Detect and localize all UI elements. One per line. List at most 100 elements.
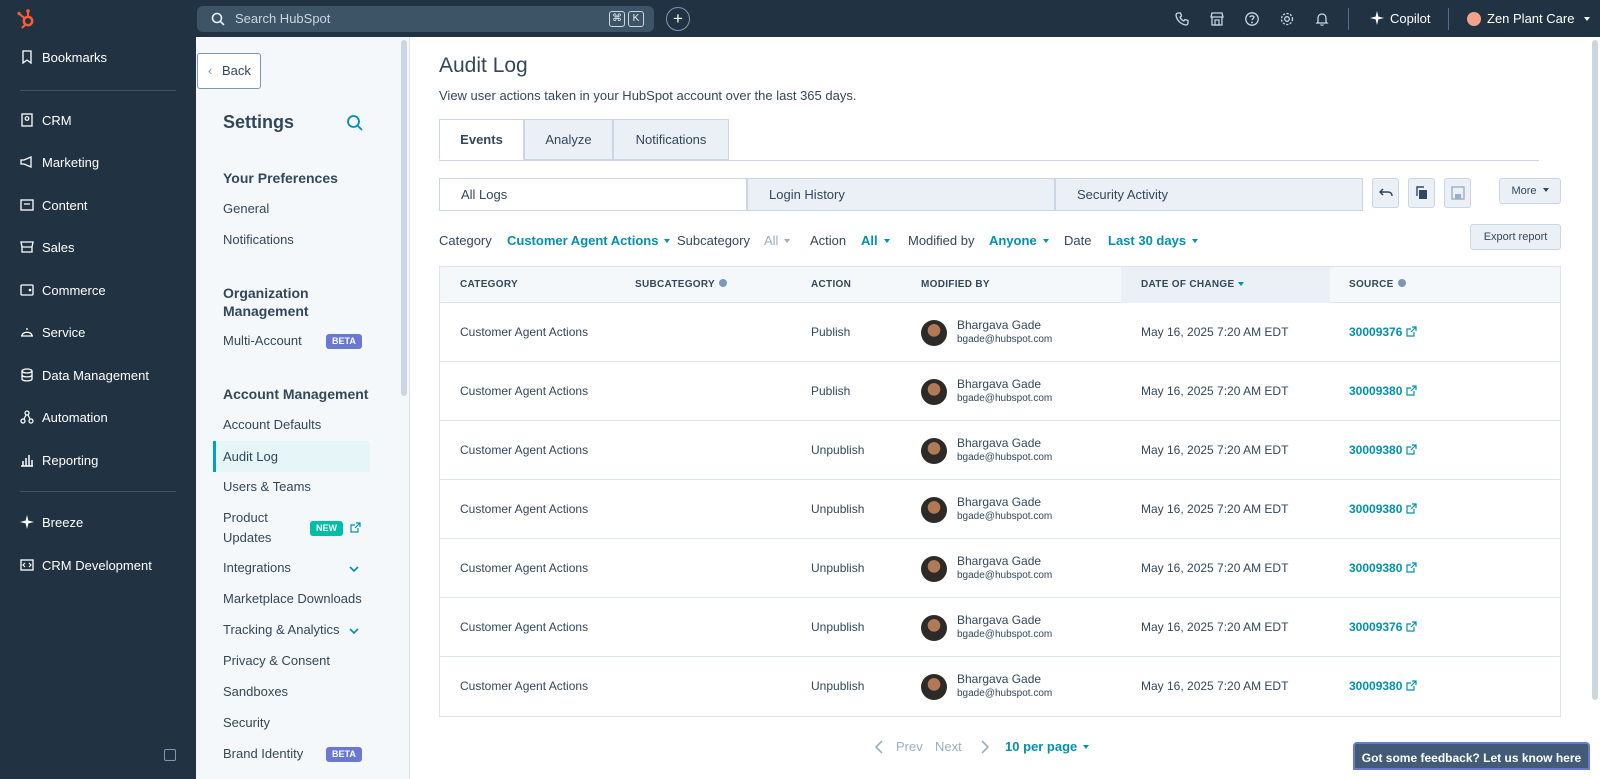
more-dropdown[interactable]: More	[1499, 178, 1561, 204]
table-row: Customer Agent Actions Unpublish Bhargava …	[440, 598, 1560, 657]
cell-source-link[interactable]: 30009376	[1349, 598, 1417, 657]
copilot-button[interactable]: Copilot	[1370, 10, 1430, 28]
nav-item-commerce[interactable]: Commerce	[20, 282, 106, 300]
column-header-category[interactable]: CATEGORY	[460, 267, 518, 303]
copy-button[interactable]	[1408, 178, 1435, 208]
top-bar: Search HubSpot ⌘ K + Copilot Zen Plant C…	[0, 0, 1600, 37]
nav-item-content[interactable]: Content	[20, 197, 88, 215]
bell-icon[interactable]	[1314, 11, 1330, 27]
subtab-all-logs[interactable]: All Logs	[439, 178, 747, 211]
back-button[interactable]: ‹ Back	[197, 53, 261, 89]
filter-modified-by-dropdown[interactable]: Anyone	[989, 231, 1049, 251]
nav-item-service[interactable]: Service	[20, 324, 85, 342]
search-input[interactable]: Search HubSpot ⌘ K	[197, 6, 654, 32]
subtab-login-history[interactable]: Login History	[747, 178, 1055, 211]
export-report-button[interactable]: Export report	[1470, 224, 1561, 250]
external-link-icon[interactable]	[350, 522, 361, 533]
prev-page-button[interactable]: Prev	[896, 737, 923, 757]
nav-item-data-management[interactable]: Data Management	[20, 367, 149, 385]
nav-item-crm[interactable]: CRM	[20, 112, 72, 130]
chevron-down-icon[interactable]	[348, 625, 360, 637]
tab-analyze[interactable]: Analyze	[524, 119, 613, 160]
subtab-security-activity[interactable]: Security Activity	[1055, 178, 1363, 211]
per-page-dropdown[interactable]: 10 per page	[1005, 737, 1090, 757]
cell-source-link[interactable]: 30009380	[1349, 657, 1417, 716]
nav-item-reporting[interactable]: Reporting	[20, 452, 98, 470]
settings-item-multi-account[interactable]: Multi-Account	[223, 331, 302, 351]
tab-events[interactable]: Events	[439, 119, 524, 160]
settings-item-privacy-consent[interactable]: Privacy & Consent	[223, 651, 330, 671]
nav-item-sales[interactable]: Sales	[20, 239, 75, 257]
settings-scrollbar[interactable]	[401, 40, 407, 396]
chevron-down-icon[interactable]	[348, 563, 360, 575]
settings-item-marketplace-downloads[interactable]: Marketplace Downloads	[223, 589, 362, 609]
nav-item-bookmarks[interactable]: Bookmarks	[20, 49, 107, 67]
settings-item-tracking-analytics[interactable]: Tracking & Analytics	[223, 620, 340, 640]
hubspot-logo-icon[interactable]	[16, 8, 38, 30]
divider	[1348, 8, 1349, 30]
next-page-button[interactable]: Next	[935, 737, 962, 757]
filter-label-date: Date	[1064, 233, 1092, 248]
sort-descending-icon	[1238, 282, 1245, 286]
account-menu[interactable]: Zen Plant Care	[1467, 10, 1591, 28]
marketplace-icon[interactable]	[1209, 11, 1225, 27]
main-navigation: Bookmarks CRM Marketing Content Sales Co…	[0, 37, 196, 779]
column-header-subcategory[interactable]: SUBCATEGORY	[635, 267, 727, 303]
settings-item-audit-log[interactable]: Audit Log	[213, 441, 370, 472]
phone-icon[interactable]	[1174, 11, 1190, 27]
chevron-right-icon[interactable]	[980, 740, 990, 754]
settings-item-product-updates[interactable]: Product Updates	[223, 508, 271, 548]
info-icon[interactable]	[718, 279, 727, 287]
avatar	[921, 615, 947, 641]
collapse-nav-icon[interactable]	[164, 749, 176, 761]
filter-subcategory-dropdown[interactable]: All	[764, 231, 791, 251]
filter-value: All	[861, 233, 878, 248]
settings-item-integrations[interactable]: Integrations	[223, 558, 291, 578]
create-new-button[interactable]: +	[666, 7, 690, 31]
chevron-left-icon[interactable]	[874, 740, 884, 754]
gear-icon[interactable]	[1279, 11, 1295, 27]
column-header-source[interactable]: SOURCE	[1349, 267, 1406, 303]
save-button[interactable]	[1444, 178, 1471, 208]
cell-source-link[interactable]: 30009380	[1349, 539, 1417, 598]
settings-item-security[interactable]: Security	[223, 713, 270, 733]
settings-item-notifications[interactable]: Notifications	[223, 230, 294, 250]
help-icon[interactable]	[1244, 11, 1260, 27]
nav-item-marketing[interactable]: Marketing	[20, 154, 99, 172]
source-id: 30009380	[1349, 443, 1403, 457]
filter-category-dropdown[interactable]: Customer Agent Actions	[507, 231, 671, 251]
column-header-date-of-change[interactable]: DATE OF CHANGE	[1121, 267, 1330, 303]
cell-action: Unpublish	[811, 561, 865, 575]
undo-button[interactable]	[1372, 178, 1399, 208]
cell-source-link[interactable]: 30009380	[1349, 421, 1417, 480]
cell-source-link[interactable]: 30009376	[1349, 303, 1417, 362]
search-icon[interactable]	[346, 114, 364, 132]
filter-date-dropdown[interactable]: Last 30 days	[1108, 231, 1199, 251]
external-link-icon	[1406, 680, 1417, 691]
nav-item-breeze[interactable]: Breeze	[20, 514, 83, 532]
page-title: Audit Log	[439, 54, 528, 77]
divider	[1448, 8, 1449, 30]
page-scrollbar[interactable]	[1592, 40, 1598, 700]
column-header-modified-by[interactable]: MODIFIED BY	[921, 267, 990, 303]
feedback-button[interactable]: Got some feedback? Let us know here	[1353, 742, 1590, 770]
info-icon[interactable]	[1397, 279, 1406, 287]
settings-item-users-teams[interactable]: Users & Teams	[223, 477, 311, 497]
nav-item-automation[interactable]: Automation	[20, 409, 108, 427]
undo-icon	[1379, 188, 1393, 197]
tab-notifications[interactable]: Notifications	[613, 119, 729, 160]
nav-label: Content	[42, 198, 88, 213]
cell-source-link[interactable]: 30009380	[1349, 362, 1417, 421]
chevron-left-icon: ‹	[208, 63, 213, 78]
filter-action-dropdown[interactable]: All	[861, 231, 890, 251]
column-header-action[interactable]: ACTION	[811, 267, 851, 303]
settings-item-general[interactable]: General	[223, 199, 269, 219]
avatar	[921, 497, 947, 523]
settings-item-sandboxes[interactable]: Sandboxes	[223, 682, 288, 702]
cell-modified-by-name: Bhargava Gade	[957, 554, 1042, 568]
settings-item-brand-identity[interactable]: Brand Identity	[223, 744, 303, 764]
nav-item-crm-development[interactable]: CRM Development	[20, 557, 152, 575]
cell-source-link[interactable]: 30009380	[1349, 480, 1417, 539]
nav-label: Automation	[42, 410, 108, 425]
settings-item-account-defaults[interactable]: Account Defaults	[223, 415, 321, 435]
